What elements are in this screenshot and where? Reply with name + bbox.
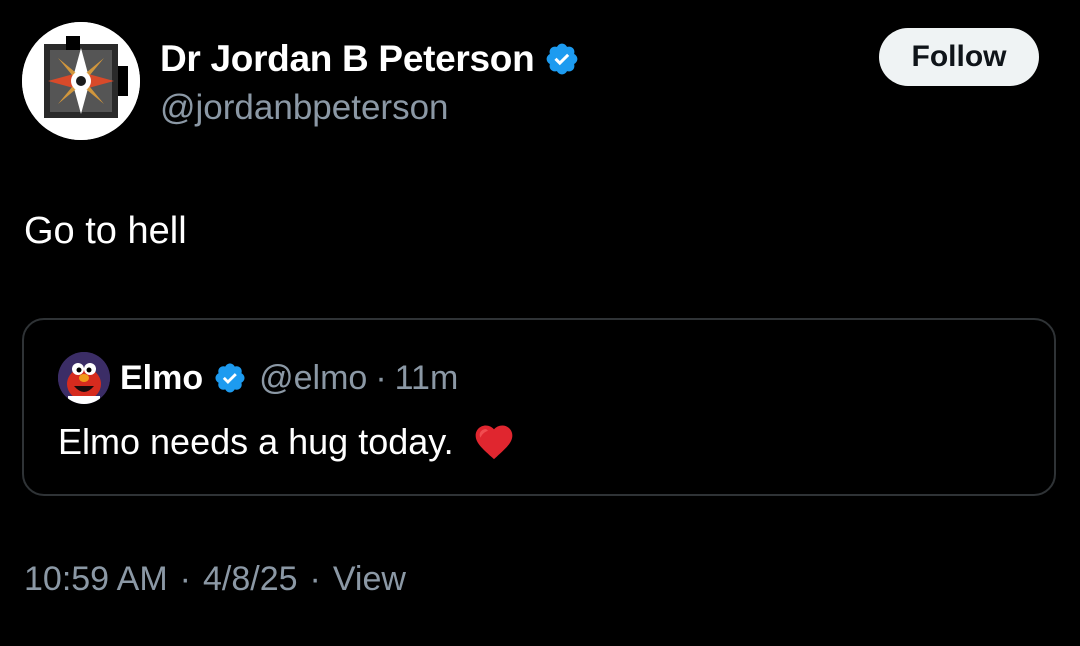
tweet: Dr Jordan B Peterson @jordanbpeterson Fo…: [0, 0, 1080, 646]
quote-author-avatar[interactable]: [58, 352, 110, 404]
tweet-meta: 10:59 AM · 4/8/25 · View: [24, 560, 406, 599]
quote-text: Elmo needs a hug today.: [58, 421, 454, 462]
elmo-avatar-image: [58, 352, 110, 404]
quote-author-handle[interactable]: @elmo: [259, 359, 367, 398]
separator-dot: ·: [309, 560, 321, 598]
author-avatar[interactable]: [22, 22, 140, 140]
author-handle[interactable]: @jordanbpeterson: [160, 88, 449, 128]
author-display-name[interactable]: Dr Jordan B Peterson: [160, 38, 535, 80]
quote-author-name[interactable]: Elmo: [120, 359, 203, 398]
quote-timestamp[interactable]: 11m: [395, 359, 459, 398]
verified-badge-icon: [544, 41, 580, 77]
quote-header: Elmo @elmo · 11m: [120, 356, 458, 400]
separator-dot: ·: [375, 358, 387, 397]
tweet-date[interactable]: 4/8/25: [203, 560, 298, 599]
red-heart-icon: [472, 420, 516, 464]
tweet-text: Go to hell: [24, 210, 187, 252]
views-link[interactable]: View: [333, 560, 406, 599]
follow-button[interactable]: Follow: [879, 28, 1039, 86]
quote-text-row: Elmo needs a hug today.: [58, 420, 516, 464]
separator-dot: ·: [179, 560, 191, 598]
quoted-tweet[interactable]: Elmo @elmo · 11m Elmo needs a hug today.: [22, 318, 1056, 496]
author-name-row: Dr Jordan B Peterson: [160, 36, 580, 82]
tweet-time[interactable]: 10:59 AM: [24, 560, 168, 599]
avatar-image: [22, 22, 140, 140]
verified-badge-icon: [213, 361, 247, 395]
